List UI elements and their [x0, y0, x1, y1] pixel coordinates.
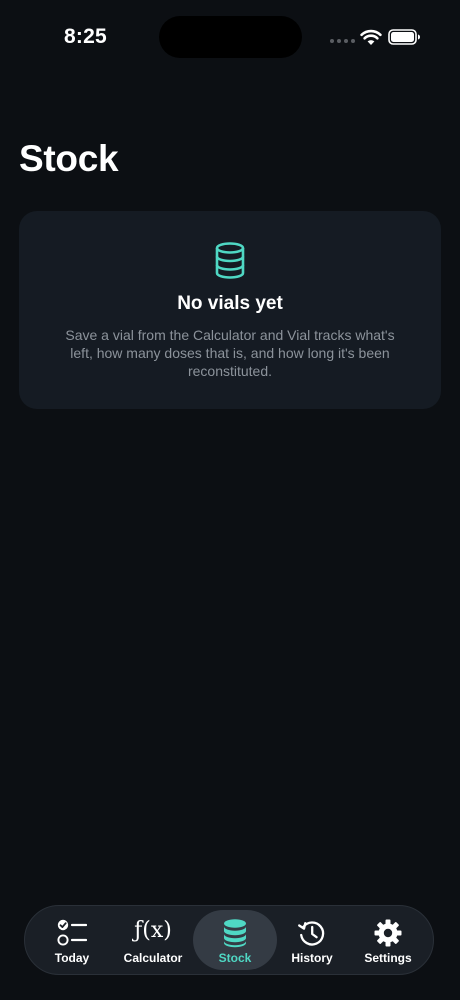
- history-icon: [298, 921, 325, 946]
- status-time: 8:25: [64, 25, 107, 48]
- tab-label: Stock: [218, 951, 252, 965]
- tab-calculator[interactable]: ƒ(x) Calculator: [112, 906, 194, 974]
- cellular-signal-icon: [330, 39, 355, 43]
- function-icon: ƒ(x): [134, 918, 172, 943]
- gear-icon: [374, 919, 402, 947]
- status-bar: 8:25: [0, 0, 460, 76]
- tab-label: Today: [54, 951, 90, 965]
- tab-label: Settings: [364, 951, 412, 965]
- database-icon: [224, 919, 246, 948]
- empty-state-description: Save a vial from the Calculator and Vial…: [65, 327, 395, 379]
- tab-settings[interactable]: Settings: [347, 906, 429, 974]
- tab-history[interactable]: History: [271, 906, 353, 974]
- tab-today[interactable]: Today: [31, 906, 113, 974]
- database-icon: [215, 242, 245, 279]
- empty-state-title: No vials yet: [177, 293, 283, 314]
- tab-stock[interactable]: Stock: [193, 906, 277, 974]
- checklist-icon: [57, 919, 87, 946]
- battery-icon: [388, 29, 420, 45]
- dynamic-island: [159, 16, 302, 58]
- empty-state-card: No vials yet Save a vial from the Calcul…: [19, 211, 441, 409]
- tab-label: History: [291, 951, 333, 965]
- tab-bar: Today ƒ(x) Calculator Stock History Sett…: [24, 905, 434, 975]
- page-title: Stock: [19, 138, 119, 179]
- wifi-icon: [360, 29, 382, 45]
- tab-label: Calculator: [123, 951, 183, 965]
- stock-screen: 8:25 Stock No vials yet Save a vial from…: [0, 0, 460, 1000]
